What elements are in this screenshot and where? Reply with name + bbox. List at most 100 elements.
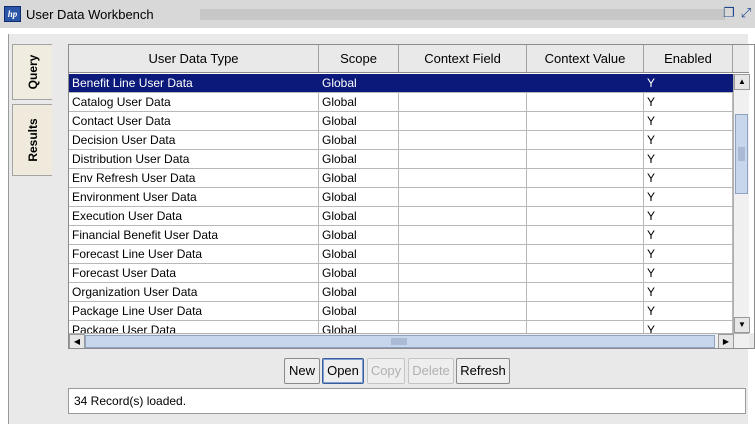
cell-context-field: [399, 188, 527, 206]
table-row[interactable]: Benefit Line User Data Global Y: [69, 74, 733, 93]
table-header: User Data Type Scope Context Field Conte…: [69, 45, 749, 73]
table-row[interactable]: Env Refresh User Data Global Y: [69, 169, 733, 188]
cell-scope: Global: [319, 321, 399, 333]
cell-scope: Global: [319, 245, 399, 263]
cell-user-data-type: Environment User Data: [69, 188, 319, 206]
cell-scope: Global: [319, 131, 399, 149]
cell-context-field: [399, 245, 527, 263]
cell-user-data-type: Distribution User Data: [69, 150, 319, 168]
cell-scope: Global: [319, 302, 399, 320]
cell-context-value: [527, 112, 644, 130]
cell-user-data-type: Decision User Data: [69, 131, 319, 149]
cell-enabled: Y: [644, 245, 733, 263]
cell-context-value: [527, 321, 644, 333]
table-row[interactable]: Distribution User Data Global Y: [69, 150, 733, 169]
table-row[interactable]: Package Line User Data Global Y: [69, 302, 733, 321]
table-row[interactable]: Environment User Data Global Y: [69, 188, 733, 207]
tab-query[interactable]: Query: [12, 44, 52, 100]
column-header-enabled[interactable]: Enabled: [644, 45, 733, 72]
vertical-scroll-thumb[interactable]: [735, 114, 748, 194]
cell-context-value: [527, 150, 644, 168]
delete-button[interactable]: Delete: [408, 358, 454, 384]
cell-user-data-type: Forecast User Data: [69, 264, 319, 282]
title-bar-grip: [200, 9, 725, 20]
cell-context-field: [399, 74, 527, 92]
tab-results[interactable]: Results: [12, 104, 52, 176]
column-header-user-data-type[interactable]: User Data Type: [69, 45, 319, 72]
column-header-scope[interactable]: Scope: [319, 45, 399, 72]
table-row[interactable]: Decision User Data Global Y: [69, 131, 733, 150]
cell-context-value: [527, 188, 644, 206]
cell-context-field: [399, 207, 527, 225]
cell-context-value: [527, 302, 644, 320]
horizontal-scrollbar[interactable]: ◀ ▶: [69, 333, 749, 348]
cell-scope: Global: [319, 169, 399, 187]
cell-context-field: [399, 321, 527, 333]
cell-user-data-type: Catalog User Data: [69, 93, 319, 111]
cell-context-value: [527, 131, 644, 149]
cell-context-field: [399, 93, 527, 111]
cell-user-data-type: Package User Data: [69, 321, 319, 333]
cell-enabled: Y: [644, 112, 733, 130]
cell-context-value: [527, 245, 644, 263]
column-header-context-field[interactable]: Context Field: [399, 45, 527, 72]
column-header-context-value[interactable]: Context Value: [527, 45, 644, 72]
cell-context-field: [399, 112, 527, 130]
refresh-button[interactable]: Refresh: [456, 358, 510, 384]
cell-scope: Global: [319, 150, 399, 168]
cell-scope: Global: [319, 207, 399, 225]
cell-context-field: [399, 131, 527, 149]
maximize-icon[interactable]: ⤢: [739, 6, 753, 20]
cell-user-data-type: Forecast Line User Data: [69, 245, 319, 263]
table-row[interactable]: Catalog User Data Global Y: [69, 93, 733, 112]
scroll-up-icon[interactable]: ▲: [734, 74, 750, 90]
cell-scope: Global: [319, 264, 399, 282]
cell-enabled: Y: [644, 169, 733, 187]
table-row[interactable]: Package User Data Global Y: [69, 321, 733, 333]
results-table: User Data Type Scope Context Field Conte…: [68, 44, 755, 349]
cell-user-data-type: Contact User Data: [69, 112, 319, 130]
cell-enabled: Y: [644, 264, 733, 282]
cell-context-value: [527, 74, 644, 92]
cell-scope: Global: [319, 283, 399, 301]
table-row[interactable]: Forecast User Data Global Y: [69, 264, 733, 283]
undock-icon[interactable]: ❐: [722, 6, 736, 20]
cell-enabled: Y: [644, 283, 733, 301]
cell-context-field: [399, 302, 527, 320]
cell-user-data-type: Env Refresh User Data: [69, 169, 319, 187]
cell-user-data-type: Execution User Data: [69, 207, 319, 225]
scroll-down-icon[interactable]: ▼: [734, 317, 750, 333]
vertical-scrollbar[interactable]: ▲ ▼: [733, 74, 750, 333]
cell-enabled: Y: [644, 188, 733, 206]
cell-user-data-type: Package Line User Data: [69, 302, 319, 320]
scroll-corner: [749, 333, 754, 348]
cell-scope: Global: [319, 226, 399, 244]
cell-scope: Global: [319, 112, 399, 130]
cell-enabled: Y: [644, 302, 733, 320]
cell-context-value: [527, 207, 644, 225]
open-button[interactable]: Open: [322, 358, 364, 384]
scroll-right-icon[interactable]: ▶: [718, 334, 734, 348]
cell-context-value: [527, 169, 644, 187]
scroll-left-icon[interactable]: ◀: [69, 334, 85, 348]
table-row[interactable]: Forecast Line User Data Global Y: [69, 245, 733, 264]
status-bar: 34 Record(s) loaded.: [68, 388, 746, 414]
cell-context-field: [399, 283, 527, 301]
table-row[interactable]: Execution User Data Global Y: [69, 207, 733, 226]
cell-enabled: Y: [644, 226, 733, 244]
cell-context-value: [527, 283, 644, 301]
cell-user-data-type: Benefit Line User Data: [69, 74, 319, 92]
table-row[interactable]: Financial Benefit User Data Global Y: [69, 226, 733, 245]
copy-button[interactable]: Copy: [367, 358, 405, 384]
cell-context-field: [399, 226, 527, 244]
table-row[interactable]: Organization User Data Global Y: [69, 283, 733, 302]
cell-enabled: Y: [644, 131, 733, 149]
new-button[interactable]: New: [284, 358, 320, 384]
horizontal-scroll-thumb[interactable]: [85, 335, 715, 348]
table-row[interactable]: Contact User Data Global Y: [69, 112, 733, 131]
cell-scope: Global: [319, 188, 399, 206]
cell-context-value: [527, 93, 644, 111]
cell-enabled: Y: [644, 321, 733, 333]
cell-scope: Global: [319, 74, 399, 92]
cell-scope: Global: [319, 93, 399, 111]
